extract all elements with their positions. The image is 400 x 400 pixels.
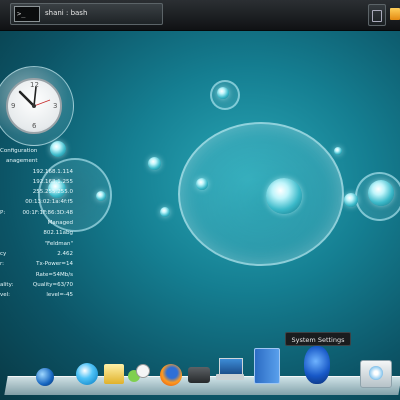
network-info-value: 00:1F:1F:86:3D:48 bbox=[22, 209, 73, 216]
network-info-row: 255.255.255.0 bbox=[0, 187, 75, 197]
globe-icon[interactable] bbox=[36, 368, 54, 386]
clock-number: 12 bbox=[30, 81, 39, 89]
system-settings-icon[interactable] bbox=[304, 346, 330, 384]
network-info-row: "Feldman" bbox=[0, 239, 75, 249]
network-info-row: 802.11abg bbox=[0, 228, 75, 238]
taskbar-item-terminal[interactable]: >_ shani : bash bbox=[10, 3, 163, 25]
network-info-row: cy 2.462 bbox=[0, 249, 75, 259]
network-info-value: Managed bbox=[47, 220, 73, 227]
network-info-row: Managed bbox=[0, 218, 75, 228]
network-info-row: 00:13:02:1a:4f:f5 bbox=[0, 197, 75, 207]
network-info-value: 802.11abg bbox=[43, 230, 73, 237]
laptop-base bbox=[216, 374, 244, 380]
clock-number: 9 bbox=[11, 102, 16, 110]
network-info-value: 255.255.255.0 bbox=[32, 189, 73, 196]
network-info-value: "Feldman" bbox=[44, 240, 73, 247]
network-heading-text: Configuration bbox=[0, 148, 38, 154]
network-info-value: 192.168.1.255 bbox=[32, 178, 73, 185]
network-info-value: level=-45 bbox=[46, 292, 73, 299]
disk-icon[interactable] bbox=[360, 360, 392, 388]
terminal-icon: >_ bbox=[14, 6, 40, 22]
firefox-icon[interactable] bbox=[160, 364, 182, 386]
network-info-row: 192.168.1.255 bbox=[0, 177, 75, 187]
network-subheading: anagement bbox=[0, 156, 75, 166]
network-info-value: 192.168.1.114 bbox=[32, 168, 73, 175]
disk-platter bbox=[369, 366, 383, 380]
network-info-row: 192.168.1.114 bbox=[0, 167, 75, 177]
network-info-row: Rate=54Mb/s bbox=[0, 270, 75, 280]
bubble-orb-small bbox=[344, 193, 358, 207]
chat-bubble-shape bbox=[136, 364, 150, 378]
network-info-value: 2.462 bbox=[57, 250, 73, 257]
bubble-orb-small bbox=[334, 147, 342, 155]
bubble-orb-small bbox=[160, 207, 170, 217]
network-heading: Configuration bbox=[0, 146, 75, 156]
laptop-icon[interactable] bbox=[216, 358, 244, 384]
network-info-key: r: bbox=[0, 261, 5, 268]
chat-icon[interactable] bbox=[128, 364, 150, 386]
clock-number: 6 bbox=[32, 122, 37, 130]
network-info-key: P: bbox=[0, 209, 6, 216]
network-info-key: vel: bbox=[0, 292, 11, 299]
network-info-value: Rate=54Mb/s bbox=[35, 271, 73, 278]
media-player-icon[interactable] bbox=[188, 367, 210, 383]
book-icon[interactable] bbox=[254, 348, 280, 384]
network-info-value: 00:13:02:1a:4f:f5 bbox=[25, 199, 73, 206]
blue-orb-icon[interactable] bbox=[76, 363, 98, 385]
bubble-orb-center bbox=[266, 178, 302, 214]
top-panel: >_ shani : bash bbox=[0, 0, 400, 31]
window-icon bbox=[372, 10, 382, 22]
network-info-value: Tx-Power=14 bbox=[36, 261, 73, 268]
bubble-orb-small bbox=[148, 157, 161, 170]
show-desktop-button[interactable] bbox=[368, 4, 386, 26]
bubble-orb-small bbox=[196, 178, 208, 190]
network-info-key: cy bbox=[0, 250, 7, 257]
network-info-widget: Configuration anagement 192.168.1.114 192… bbox=[0, 146, 75, 326]
clock-number: 3 bbox=[53, 102, 58, 110]
network-info-key: ality: bbox=[0, 281, 14, 288]
folder-icon[interactable] bbox=[104, 364, 124, 384]
task-label: shani : bash bbox=[45, 9, 88, 17]
system-settings-tooltip: System Settings bbox=[285, 332, 351, 346]
bubble-orb-small bbox=[96, 191, 106, 201]
clock-face: 12 3 6 9 bbox=[6, 78, 62, 134]
bubble-orb-small bbox=[217, 87, 229, 99]
network-info-value: Quality=63/70 bbox=[32, 281, 73, 288]
network-info-row: r: Tx-Power=14 bbox=[0, 259, 75, 269]
network-info-row: P: 00:1F:1F:86:3D:48 bbox=[0, 208, 75, 218]
network-subheading-text: anagement bbox=[6, 158, 38, 165]
network-info-row: ality: Quality=63/70 bbox=[0, 280, 75, 290]
network-info-row: vel: level=-45 bbox=[0, 290, 75, 300]
bubble-wallpaper-large bbox=[178, 122, 344, 266]
tray-folder-icon[interactable] bbox=[390, 8, 400, 20]
bubble-orb-right bbox=[368, 180, 394, 206]
laptop-screen bbox=[219, 358, 243, 375]
